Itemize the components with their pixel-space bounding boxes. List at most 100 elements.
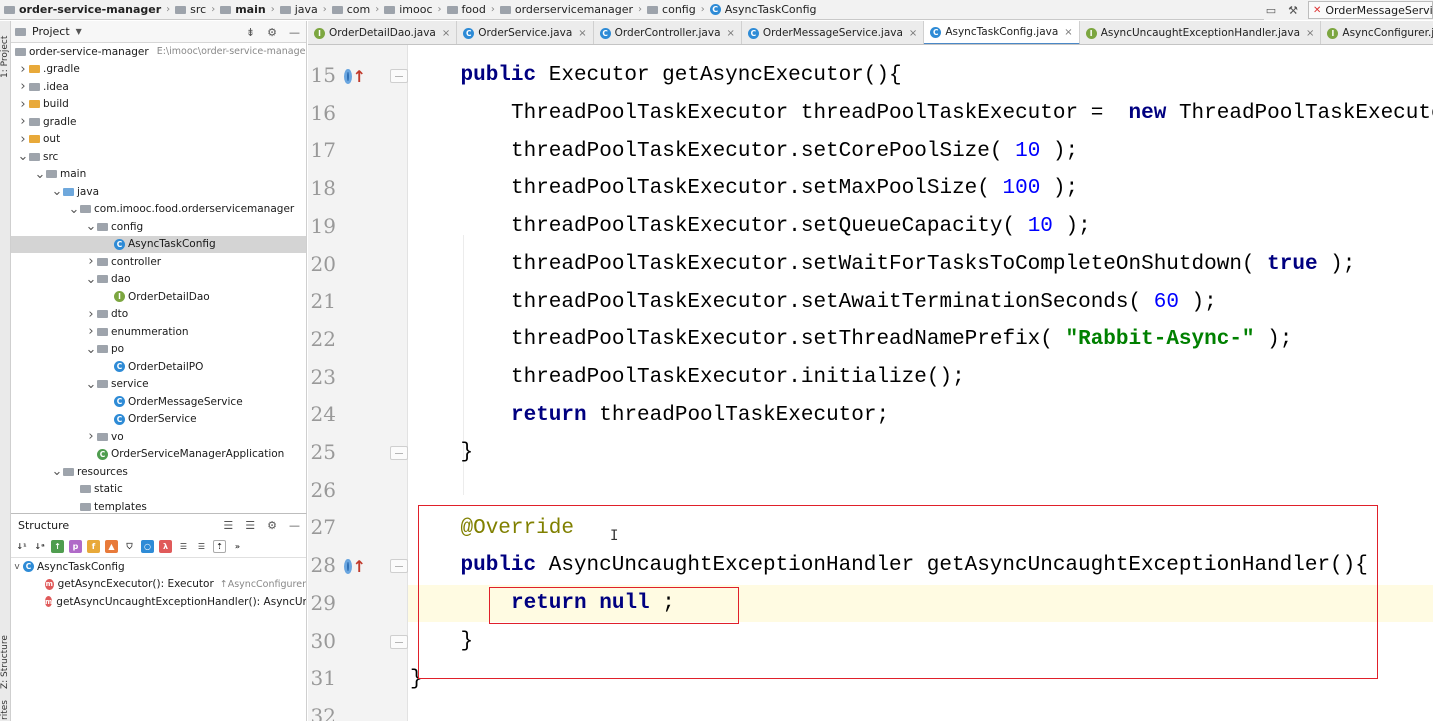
code-line[interactable] bbox=[408, 698, 1433, 721]
code-line[interactable]: } bbox=[408, 434, 1433, 472]
chevron-down-icon[interactable]: ⌄ bbox=[85, 377, 97, 392]
editor-tab[interactable]: C OrderMessageService.java × bbox=[742, 21, 925, 44]
project-tree-item[interactable]: C AsyncTaskConfig bbox=[11, 235, 306, 253]
autoscroll-icon[interactable]: ⇡ bbox=[213, 540, 226, 553]
collapse-all-icon[interactable]: ☰ bbox=[245, 519, 255, 532]
chevron-right-icon[interactable]: › bbox=[85, 324, 97, 339]
project-tree-item[interactable]: ⌄ main bbox=[11, 166, 306, 184]
breadcrumb-item[interactable]: C AsyncTaskConfig bbox=[709, 3, 817, 16]
breadcrumb-item[interactable]: src bbox=[175, 3, 206, 16]
chevron-right-icon[interactable]: › bbox=[17, 79, 29, 94]
structure-member-row[interactable]: m getAsyncUncaughtExceptionHandler(): Asy… bbox=[11, 593, 306, 611]
code-line[interactable]: threadPoolTaskExecutor.initialize(); bbox=[408, 359, 1433, 397]
project-tree-item[interactable]: C OrderMessageService bbox=[11, 393, 306, 411]
editor-gutter[interactable]: 15 ↑ 16 17 18 19 20 21 22 23 24 25 26 27 28 ↑ 29 30 31 32 bbox=[308, 45, 408, 721]
implements-method-icon[interactable]: ↑ bbox=[344, 555, 366, 577]
project-tree-item[interactable]: › gradle bbox=[11, 113, 306, 131]
close-icon[interactable]: × bbox=[909, 28, 917, 39]
project-tree-item[interactable]: › .gradle bbox=[11, 61, 306, 79]
breadcrumb-item[interactable]: orderservicemanager bbox=[499, 3, 633, 16]
code-line[interactable]: return threadPoolTaskExecutor; bbox=[408, 396, 1433, 434]
show-lambdas-icon[interactable]: λ bbox=[159, 540, 172, 553]
more-tools-icon[interactable]: » bbox=[231, 540, 244, 553]
close-icon[interactable]: × bbox=[578, 28, 586, 39]
structure-root-row[interactable]: v C AsyncTaskConfig bbox=[11, 558, 306, 576]
project-tree-item[interactable]: C OrderService bbox=[11, 411, 306, 429]
editor-tab[interactable]: C AsyncTaskConfig.java × bbox=[924, 21, 1080, 44]
chevron-down-icon[interactable]: ⌄ bbox=[34, 167, 46, 182]
editor-tab[interactable]: I AsyncUncaughtExceptionHandler.java × bbox=[1080, 21, 1322, 44]
project-tree-item[interactable]: I OrderDetailDao bbox=[11, 288, 306, 306]
project-tree-item[interactable]: ⌄ dao bbox=[11, 271, 306, 289]
code-line[interactable] bbox=[408, 472, 1433, 510]
code-editor[interactable]: 15 ↑ 16 17 18 19 20 21 22 23 24 25 26 27 28 ↑ 29 30 31 32 p… bbox=[308, 45, 1433, 721]
code-line[interactable]: threadPoolTaskExecutor.setAwaitTerminati… bbox=[408, 283, 1433, 321]
close-icon[interactable]: × bbox=[442, 28, 450, 39]
breadcrumb-item[interactable]: com bbox=[331, 3, 370, 16]
show-inherited-icon[interactable]: ↑ bbox=[51, 540, 64, 553]
chevron-down-icon[interactable]: ⌄ bbox=[51, 184, 63, 199]
fold-toggle-icon[interactable] bbox=[390, 634, 408, 649]
project-tree-item[interactable]: ⌄ java bbox=[11, 183, 306, 201]
build-hammer-icon[interactable]: ⚒ bbox=[1286, 4, 1300, 17]
fold-toggle-icon[interactable] bbox=[390, 559, 408, 574]
chevron-down-icon[interactable]: v bbox=[11, 562, 23, 572]
project-tree-item[interactable]: ⌄ service bbox=[11, 376, 306, 394]
gear-icon[interactable]: ⚙ bbox=[267, 519, 277, 532]
show-anonymous-icon[interactable]: ○ bbox=[141, 540, 154, 553]
chevron-down-icon[interactable]: ⌄ bbox=[68, 202, 80, 217]
code-line[interactable]: ThreadPoolTaskExecutor threadPoolTaskExe… bbox=[408, 95, 1433, 133]
project-tree-item[interactable]: templates bbox=[11, 498, 306, 513]
chevron-right-icon[interactable]: › bbox=[85, 254, 97, 269]
layout-icon[interactable]: ▭ bbox=[1264, 4, 1278, 17]
editor-tab[interactable]: IAsyncConfigurer.java× bbox=[1321, 21, 1433, 44]
chevron-down-icon[interactable]: ⌄ bbox=[17, 149, 29, 164]
project-tree-item[interactable]: › out bbox=[11, 131, 306, 149]
chevron-down-icon[interactable]: ⌄ bbox=[85, 342, 97, 357]
code-line[interactable]: threadPoolTaskExecutor.setQueueCapacity(… bbox=[408, 208, 1433, 246]
code-line[interactable]: threadPoolTaskExecutor.setThreadNamePref… bbox=[408, 321, 1433, 359]
chevron-right-icon[interactable]: › bbox=[17, 132, 29, 147]
chevron-down-icon[interactable]: ⌄ bbox=[85, 219, 97, 234]
project-root-row[interactable]: order-service-manager E:\imooc\order-ser… bbox=[11, 43, 306, 61]
show-fields-icon[interactable]: f bbox=[87, 540, 100, 553]
project-tree-item[interactable]: › .idea bbox=[11, 78, 306, 96]
fold-toggle-icon[interactable] bbox=[390, 446, 408, 460]
project-tree-item[interactable]: ⌄ com.imooc.food.orderservicemanager bbox=[11, 201, 306, 219]
project-tree-item[interactable]: › controller bbox=[11, 253, 306, 271]
project-tree-item[interactable]: ⌄ config bbox=[11, 218, 306, 236]
filter-icon[interactable]: ⛉ bbox=[123, 540, 136, 553]
structure-member-row[interactable]: m getAsyncExecutor(): Executor ↑AsyncConfi… bbox=[11, 576, 306, 594]
chevron-right-icon[interactable]: › bbox=[17, 97, 29, 112]
code-line[interactable]: threadPoolTaskExecutor.setWaitForTasksTo… bbox=[408, 246, 1433, 284]
project-tree-item[interactable]: C OrderDetailPO bbox=[11, 358, 306, 376]
gear-icon[interactable]: ⚙ bbox=[267, 26, 277, 39]
fold-toggle-icon[interactable] bbox=[390, 69, 408, 83]
breadcrumb-item[interactable]: main bbox=[220, 3, 266, 16]
chevron-right-icon[interactable]: › bbox=[85, 429, 97, 444]
collapse-icon[interactable]: ☰ bbox=[195, 540, 208, 553]
breadcrumb-item[interactable]: food bbox=[446, 3, 486, 16]
favorites-tool-tab[interactable]: rites bbox=[0, 699, 11, 721]
project-panel-title[interactable]: Project bbox=[32, 25, 70, 38]
chevron-down-icon[interactable]: ⌄ bbox=[85, 272, 97, 287]
breadcrumb-item[interactable]: config bbox=[647, 3, 696, 16]
breadcrumb-item[interactable]: imooc bbox=[384, 3, 433, 16]
hide-panel-icon[interactable]: — bbox=[289, 519, 300, 532]
chevron-right-icon[interactable]: › bbox=[17, 114, 29, 129]
code-line[interactable]: threadPoolTaskExecutor.setMaxPoolSize( 1… bbox=[408, 170, 1433, 208]
close-icon[interactable]: × bbox=[1064, 27, 1072, 38]
project-tree-item[interactable]: ⌄ po bbox=[11, 341, 306, 359]
expand-icon[interactable]: ☰ bbox=[177, 540, 190, 553]
expand-all-icon[interactable]: ☰ bbox=[223, 519, 233, 532]
structure-tool-tab[interactable]: Z: Structure bbox=[0, 631, 11, 693]
breadcrumb-item[interactable]: java bbox=[279, 3, 318, 16]
project-tree-item[interactable]: ⌄ src bbox=[11, 148, 306, 166]
sort-by-visibility-icon[interactable]: ↓¹ bbox=[15, 540, 28, 553]
run-configuration-selector[interactable]: ✕ OrderMessageService bbox=[1308, 1, 1433, 19]
chevron-down-icon[interactable]: ▼ bbox=[76, 27, 82, 36]
chevron-right-icon[interactable]: › bbox=[85, 307, 97, 322]
project-tree-item[interactable]: C OrderServiceManagerApplication bbox=[11, 446, 306, 464]
project-tree-item[interactable]: › enummeration bbox=[11, 323, 306, 341]
editor-tab[interactable]: C OrderController.java × bbox=[594, 21, 742, 44]
